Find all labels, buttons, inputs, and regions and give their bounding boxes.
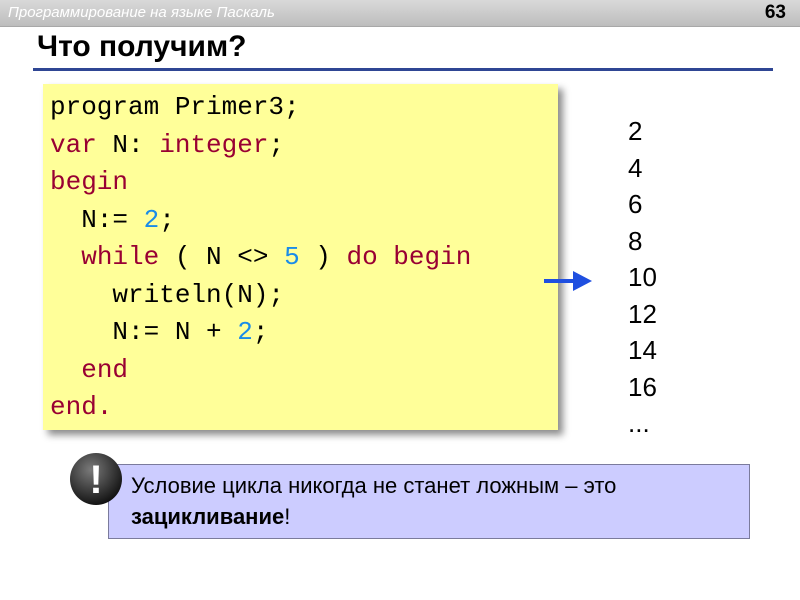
code-token: integer: [159, 129, 269, 160]
output-value: 2: [628, 116, 643, 146]
code-line: program Primer3;: [50, 92, 300, 122]
alert-symbol: !: [89, 458, 102, 502]
header-bar: Программирование на языке Паскаль 63: [0, 0, 800, 27]
output-value: 12: [628, 298, 657, 329]
code-token: ;: [159, 204, 175, 235]
code-token: var: [50, 129, 97, 160]
note-text-main: Условие цикла никогда не станет ложным –…: [131, 473, 617, 498]
code-token: ( N <>: [159, 242, 285, 272]
code-token: do begin: [346, 242, 472, 272]
code-line: end.: [50, 392, 112, 422]
output-value: 8: [628, 225, 643, 256]
code-token: end: [81, 354, 129, 385]
output-value: 6: [628, 189, 643, 219]
note-text-bold: зацикливание: [131, 504, 285, 529]
code-box: program Primer3; var N: integer; begin N…: [43, 84, 558, 430]
code-block: program Primer3; var N: integer; begin N…: [50, 89, 471, 427]
code-line: var N: integer;: [50, 130, 284, 160]
code-token: N:=: [50, 204, 144, 235]
code-token: while: [81, 242, 160, 272]
code-line: writeln(N);: [50, 280, 284, 310]
output-value: 14: [628, 335, 657, 365]
output-value: 16: [628, 371, 657, 402]
output-value: 10: [628, 262, 657, 292]
page-number: 63: [764, 2, 786, 23]
code-line: N:= 2;: [50, 205, 175, 235]
code-token: begin: [50, 167, 129, 197]
code-token: 2: [143, 204, 160, 235]
note-text-suffix: !: [284, 504, 291, 529]
code-token: ;: [268, 129, 285, 160]
code-token: ): [299, 242, 347, 272]
exclamation-icon: !: [70, 453, 122, 505]
code-token: 5: [284, 242, 300, 272]
output-value: ...: [628, 408, 650, 438]
output-list: 2 4 6 8 10 12 14 16...: [628, 113, 657, 442]
code-token: end.: [50, 392, 113, 422]
code-line: N:= N + 2;: [50, 317, 268, 347]
code-line: end: [50, 355, 128, 385]
code-token: ;: [252, 317, 269, 347]
code-token: writeln(N);: [50, 279, 285, 310]
slide-title: Что получим?: [37, 30, 247, 63]
arrow-right-icon: [544, 271, 592, 291]
course-title: Программирование на языке Паскаль: [8, 4, 275, 21]
code-token: program Primer3;: [50, 92, 300, 122]
code-line: begin: [50, 167, 128, 197]
title-rule: [33, 68, 773, 71]
code-token: N:= N +: [50, 317, 238, 347]
code-token: N:: [96, 129, 160, 160]
note-text: Условие цикла никогда не станет ложным –…: [131, 470, 731, 532]
code-line: while ( N <> 5 ) do begin: [50, 242, 471, 272]
output-value: 4: [628, 152, 643, 183]
code-token: 2: [237, 317, 253, 347]
note-box: Условие цикла никогда не станет ложным –…: [108, 464, 750, 539]
